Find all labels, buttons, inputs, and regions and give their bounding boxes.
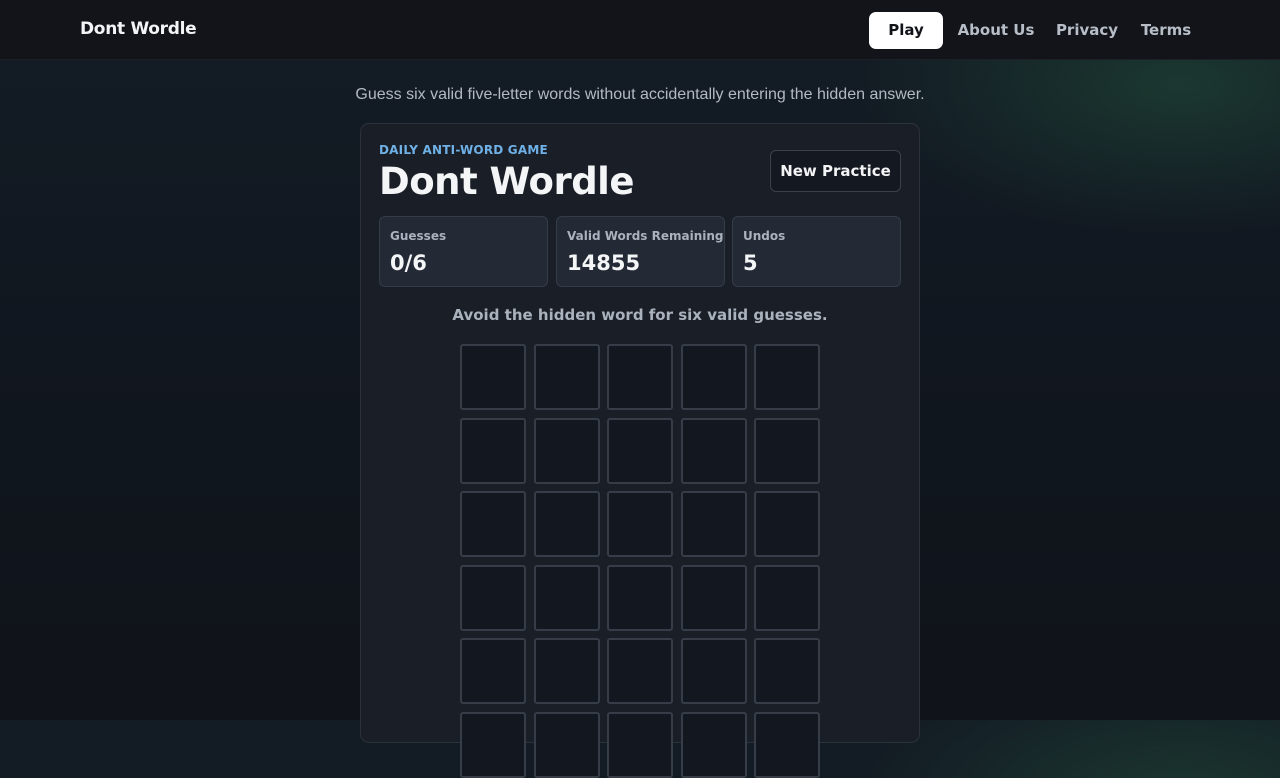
board-tile [607, 491, 673, 557]
stat-undos: Undos 5 [732, 216, 901, 287]
stat-value: 0/6 [390, 251, 427, 275]
board-tile [681, 638, 747, 704]
board-tile [681, 491, 747, 557]
nav-terms[interactable]: Terms [1133, 12, 1199, 49]
page-subtitle: Guess six valid five-letter words withou… [355, 86, 925, 103]
board-tile [534, 712, 600, 778]
game-eyebrow: DAILY ANTI-WORD GAME [379, 143, 548, 157]
board-tile [754, 344, 820, 410]
board-tile [754, 565, 820, 631]
board-tile [534, 344, 600, 410]
game-hint: Avoid the hidden word for six valid gues… [452, 306, 828, 324]
board-tile [754, 491, 820, 557]
board-tile [460, 712, 526, 778]
game-title: Dont Wordle [379, 160, 634, 203]
board-tile [754, 712, 820, 778]
stat-label: Valid Words Remaining [567, 229, 724, 243]
board-tile [754, 418, 820, 484]
board-tile [460, 418, 526, 484]
board-tile [681, 712, 747, 778]
stat-label: Undos [743, 229, 786, 243]
board-tile [754, 638, 820, 704]
stat-valid-words: Valid Words Remaining 14855 [556, 216, 725, 287]
nav-play[interactable]: Play [869, 12, 943, 49]
new-practice-button[interactable]: New Practice [770, 150, 901, 192]
board-tile [681, 344, 747, 410]
board-tile [460, 638, 526, 704]
brand-logo[interactable]: Dont Wordle [80, 19, 197, 39]
board-tile [534, 491, 600, 557]
board-tile [607, 565, 673, 631]
board-tile [607, 638, 673, 704]
top-navbar: Dont Wordle Play About Us Privacy Terms [0, 0, 1280, 60]
board-tile [607, 712, 673, 778]
board-tile [607, 418, 673, 484]
board-tile [534, 638, 600, 704]
stat-guesses: Guesses 0/6 [379, 216, 548, 287]
stat-label: Guesses [390, 229, 447, 243]
board-tile [460, 491, 526, 557]
nav-about-us[interactable]: About Us [951, 12, 1041, 49]
board-tile [460, 344, 526, 410]
board-tile [681, 418, 747, 484]
stat-value: 14855 [567, 251, 641, 275]
board-tile [681, 565, 747, 631]
game-card: DAILY ANTI-WORD GAME Dont Wordle New Pra… [360, 123, 920, 778]
board-tile [534, 418, 600, 484]
nav-privacy[interactable]: Privacy [1049, 12, 1125, 49]
stat-value: 5 [743, 251, 758, 275]
board-tile [607, 344, 673, 410]
board-tile [460, 565, 526, 631]
board-tile [534, 565, 600, 631]
